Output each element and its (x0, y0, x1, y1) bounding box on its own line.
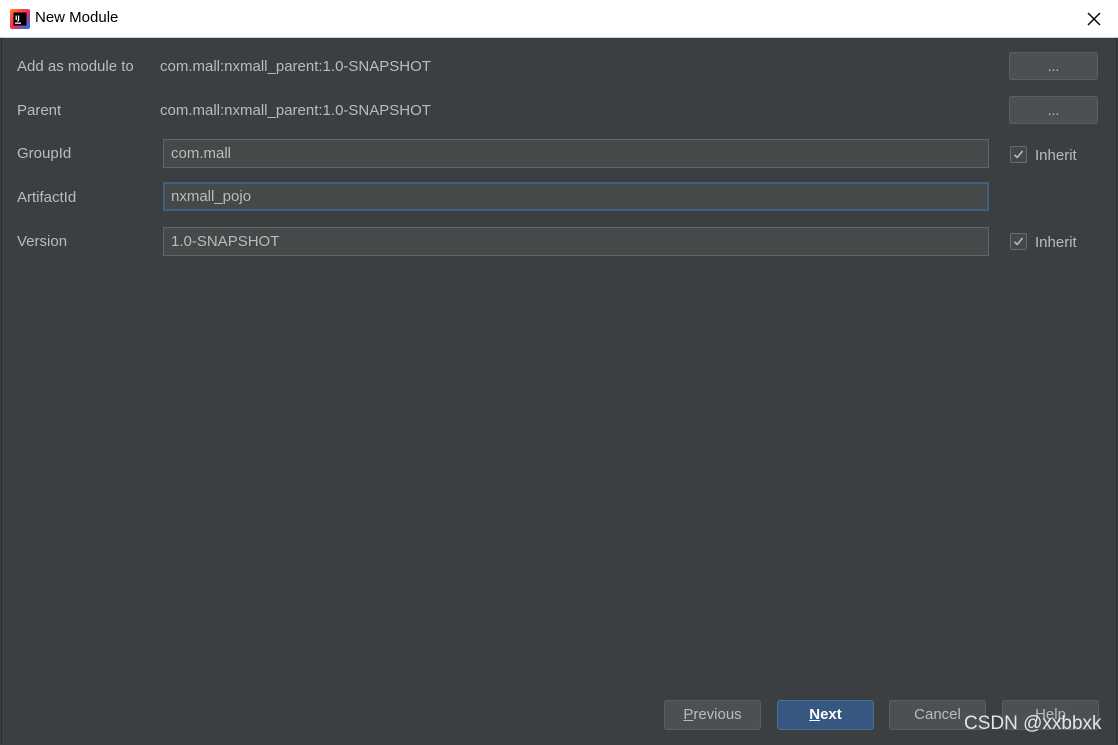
parent-label: Parent (17, 102, 62, 119)
artifact-id-field[interactable]: nxmall_pojo (163, 182, 989, 211)
add-as-module-label: Add as module to (17, 58, 134, 75)
close-icon[interactable] (1082, 7, 1106, 31)
parent-browse-button[interactable]: ... (1009, 96, 1098, 124)
next-button[interactable]: Next (777, 700, 874, 730)
parent-value: com.mall:nxmall_parent:1.0-SNAPSHOT (160, 102, 431, 119)
group-id-inherit-checkbox[interactable] (1010, 146, 1027, 163)
intellij-idea-icon: IJ (10, 9, 30, 29)
version-inherit-label[interactable]: Inherit (1035, 234, 1077, 251)
watermark-text: CSDN @xxbbxk (964, 713, 1102, 734)
group-id-field[interactable]: com.mall (163, 139, 989, 168)
version-label: Version (17, 233, 68, 250)
window-title: New Module (35, 9, 119, 26)
checkmark-icon (1013, 237, 1024, 246)
artifact-id-label: ArtifactId (17, 189, 77, 206)
version-field[interactable]: 1.0-SNAPSHOT (163, 227, 989, 256)
svg-text:IJ: IJ (15, 14, 20, 22)
group-id-label: GroupId (17, 145, 72, 162)
previous-button[interactable]: Previous (664, 700, 761, 730)
new-module-dialog: Add as module to com.mall:nxmall_parent:… (1, 38, 1117, 744)
checkmark-icon (1013, 150, 1024, 159)
add-as-module-value: com.mall:nxmall_parent:1.0-SNAPSHOT (160, 58, 431, 75)
group-id-inherit-label[interactable]: Inherit (1035, 147, 1077, 164)
version-inherit-checkbox[interactable] (1010, 233, 1027, 250)
title-bar: IJ New Module (0, 0, 1118, 38)
add-as-module-browse-button[interactable]: ... (1009, 52, 1098, 80)
